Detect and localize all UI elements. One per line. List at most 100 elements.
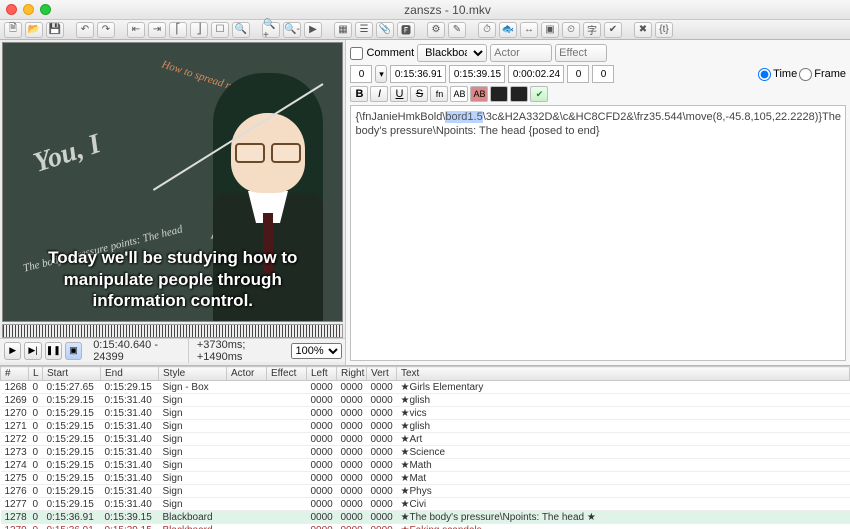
bold-button[interactable]: B [350,86,368,102]
table-row[interactable]: 127500:15:29.150:15:31.40Sign00000000000… [1,472,850,485]
snap-end-icon[interactable]: ⎦ [190,22,208,38]
video-time-readout: 0:15:40.640 - 24399 [85,339,185,363]
play-button[interactable]: ▶ [4,342,21,360]
end-time-input[interactable] [449,65,505,83]
start-time-input[interactable] [390,65,446,83]
col-text: Text [397,367,850,381]
subtitle-offset-readout: +3730ms; +1490ms [188,339,288,363]
video-panel: You, I The body's pressure points: The h… [0,40,346,365]
table-row[interactable]: 127000:15:29.150:15:31.40Sign00000000000… [1,407,850,420]
shadow-color-button[interactable] [510,86,528,102]
jump-start-icon[interactable]: ⇤ [127,22,145,38]
col-style: Style [159,367,227,381]
video-preview[interactable]: You, I The body's pressure points: The h… [2,42,343,322]
edit-panel: Comment Blackboard ▾ Time Frame B I U S … [346,40,850,365]
col-effect: Effect [267,367,307,381]
pause-button[interactable]: ❚❚ [45,342,62,360]
frame-mode-radio[interactable] [799,68,812,81]
col-layer: L [29,367,43,381]
table-row[interactable]: 127900:15:36.910:15:39.15Blackboard00000… [1,524,850,529]
zoom-select[interactable]: 100% [291,343,342,359]
find-replace-icon[interactable]: 🔍 [232,22,250,38]
frame-mode-label: Frame [814,68,846,80]
italic-button[interactable]: I [370,86,388,102]
redo-icon[interactable]: ↷ [97,22,115,38]
effect-input[interactable] [555,44,607,62]
transport-bar: ▶ ▶| ❚❚ ▣ 0:15:40.640 - 24399 +3730ms; +… [0,338,345,362]
zoom-out-icon[interactable]: 🔍- [283,22,301,38]
font-button[interactable]: fn [430,86,448,102]
chalk-you-i: You, I [30,128,105,180]
zoom-in-icon[interactable]: 🔍+ [262,22,280,38]
actor-input[interactable] [490,44,552,62]
comment-label: Comment [366,47,414,59]
subtitle-grid[interactable]: # L Start End Style Actor Effect Left Ri… [0,365,850,529]
play-line-button[interactable]: ▶| [24,342,41,360]
table-row[interactable]: 127100:15:29.150:15:31.40Sign00000000000… [1,420,850,433]
subtitle-overlay: Today we'll be studying how to manipulat… [3,247,342,311]
underline-button[interactable]: U [390,86,408,102]
duration-input[interactable] [508,65,564,83]
table-row[interactable]: 127700:15:29.150:15:31.40Sign00000000000… [1,498,850,511]
kanji-timer-icon[interactable]: 字 [583,22,601,38]
assdraw-icon[interactable]: ✎ [448,22,466,38]
main-toolbar: 🗎 📂 💾 ↶ ↷ ⇤ ⇥ ⎡ ⎦ ☐ 🔍 🔍+ 🔍- ▶ ▦ ☰ 📎 🅵 ⚙ … [0,20,850,40]
table-row[interactable]: 126900:15:29.150:15:31.40Sign00000000000… [1,394,850,407]
margin-l-input[interactable] [567,65,589,83]
table-row[interactable]: 127400:15:29.150:15:31.40Sign00000000000… [1,459,850,472]
style-select[interactable]: Blackboard [417,44,487,62]
time-mode-radio[interactable] [758,68,771,81]
automation-icon[interactable]: ⚙ [427,22,445,38]
outline-color-button[interactable] [490,86,508,102]
undo-icon[interactable]: ↶ [76,22,94,38]
layer-input[interactable] [350,65,372,83]
spellcheck-icon[interactable]: ✔ [604,22,622,38]
autoscroll-toggle[interactable]: ▣ [65,342,82,360]
translation-assistant-icon[interactable]: ↔ [520,22,538,38]
comment-checkbox[interactable] [350,47,363,60]
minimize-window-button[interactable] [23,4,34,15]
audio-waveform[interactable] [2,324,343,338]
col-actor: Actor [227,367,267,381]
fonts-collector-icon[interactable]: 🅵 [397,22,415,38]
margin-r-input[interactable] [592,65,614,83]
table-row[interactable]: 127800:15:36.910:15:39.15Blackboard00000… [1,511,850,524]
snap-start-icon[interactable]: ⎡ [169,22,187,38]
styles-list-icon[interactable]: ☰ [355,22,373,38]
shift-times-icon[interactable]: ⏱ [478,22,496,38]
save-file-icon[interactable]: 💾 [46,22,64,38]
secondary-color-button[interactable]: AB [470,86,488,102]
options-icon[interactable]: ✖ [634,22,652,38]
select-visible-icon[interactable]: ☐ [211,22,229,38]
zoom-window-button[interactable] [40,4,51,15]
toggle-tags-icon[interactable]: {t} [655,22,673,38]
col-start: Start [43,367,101,381]
timing-post-icon[interactable]: ⏲ [562,22,580,38]
col-vert: Vert [367,367,397,381]
table-row[interactable]: 126800:15:27.650:15:29.15Sign - Box00000… [1,381,850,394]
resample-icon[interactable]: ▣ [541,22,559,38]
titlebar: zanszs - 10.mkv [0,0,850,20]
col-end: End [101,367,159,381]
table-row[interactable]: 127600:15:29.150:15:31.40Sign00000000000… [1,485,850,498]
open-file-icon[interactable]: 📂 [25,22,43,38]
styling-assistant-icon[interactable]: 🐟 [499,22,517,38]
col-number: # [1,367,29,381]
window-title: zanszs - 10.mkv [51,3,844,17]
commit-button[interactable]: ✔ [530,86,548,102]
new-file-icon[interactable]: 🗎 [4,22,22,38]
subtitle-text-editor[interactable]: {\fnJanieHmkBold\bord1.5\3c&H2A332D&\c&H… [350,105,846,361]
primary-color-button[interactable]: AB [450,86,468,102]
layer-spinner[interactable]: ▾ [375,65,387,83]
close-window-button[interactable] [6,4,17,15]
strike-button[interactable]: S [410,86,428,102]
table-row[interactable]: 127300:15:29.150:15:31.40Sign00000000000… [1,446,850,459]
video-jump-icon[interactable]: ▶ [304,22,322,38]
table-row[interactable]: 127200:15:29.150:15:31.40Sign00000000000… [1,433,850,446]
col-right: Right [337,367,367,381]
jump-end-icon[interactable]: ⇥ [148,22,166,38]
col-left: Left [307,367,337,381]
styles-mgr-icon[interactable]: ▦ [334,22,352,38]
attachments-icon[interactable]: 📎 [376,22,394,38]
grid-header-row: # L Start End Style Actor Effect Left Ri… [1,367,850,381]
